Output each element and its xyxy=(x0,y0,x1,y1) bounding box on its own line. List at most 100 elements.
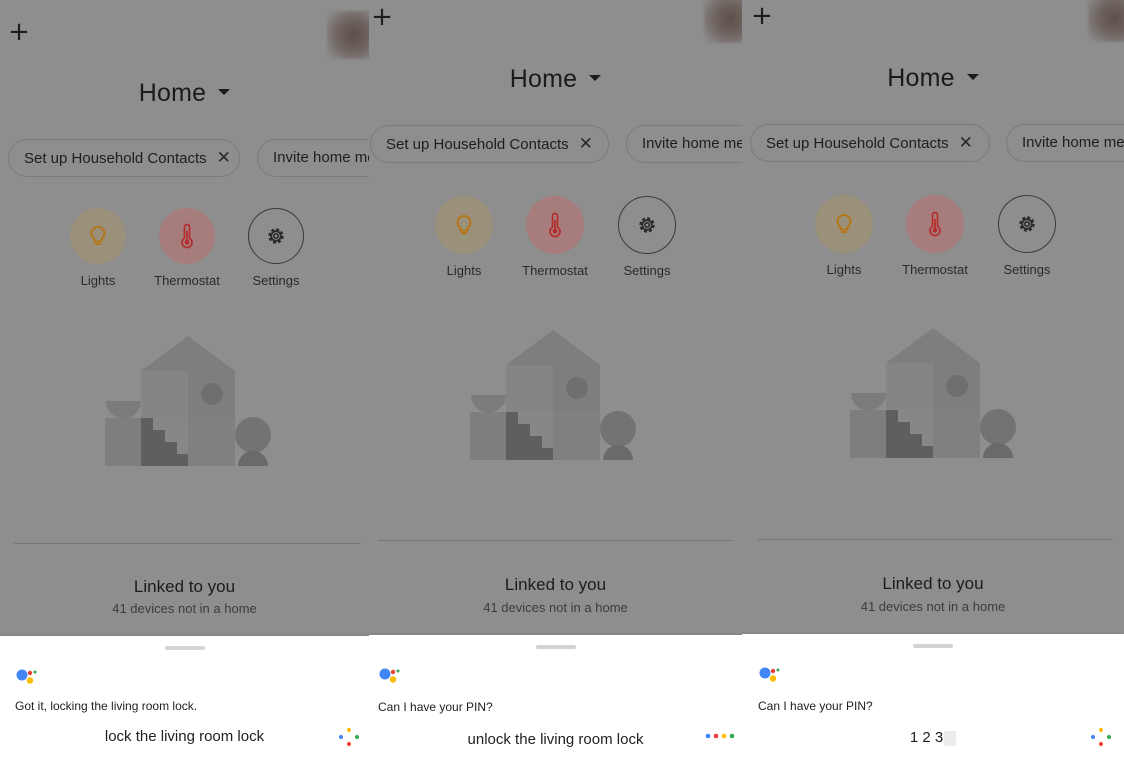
google-assistant-icon xyxy=(379,668,400,683)
device-label: Lights xyxy=(446,263,482,278)
linked-subtitle: 41 devices not in a home xyxy=(483,600,628,615)
assistant-sheet: Got it, locking the living room lock. lo… xyxy=(0,636,369,775)
chip-household-contacts[interactable]: Set up Household Contacts ✕ xyxy=(8,139,240,177)
chip-household-contacts[interactable]: Set up Household Contacts ✕ xyxy=(750,124,990,162)
lights-circle xyxy=(70,208,126,264)
device-label: Settings xyxy=(252,273,300,288)
assistant-listening-icon[interactable] xyxy=(338,727,360,747)
settings-circle xyxy=(248,208,304,264)
linked-subtitle: 41 devices not in a home xyxy=(860,599,1006,614)
device-label: Lights xyxy=(826,262,862,277)
chip-label: Set up Household Contacts xyxy=(386,136,569,153)
drag-handle[interactable] xyxy=(164,646,205,650)
close-icon[interactable]: ✕ xyxy=(579,126,593,161)
divider xyxy=(14,543,361,544)
lightbulb-icon xyxy=(836,214,852,233)
chip-label: Invite home me xyxy=(1022,134,1124,151)
assistant-listening-icon[interactable] xyxy=(1090,727,1112,747)
avatar[interactable] xyxy=(704,0,742,43)
home-screen-dimmed: + Home Set up Household Contacts ✕ Invite… xyxy=(369,0,742,635)
thermostat-circle xyxy=(526,196,584,254)
device-label: Thermostat xyxy=(522,263,588,278)
screens: + Home Set up Household Contacts ✕ Invite… xyxy=(0,0,1124,775)
add-button[interactable]: + xyxy=(749,3,775,29)
page-title: Home xyxy=(509,65,578,93)
divider xyxy=(378,540,733,541)
screen-pin-entry: + Home Set up Household Contacts ✕ Invite… xyxy=(742,0,1124,775)
lightbulb-icon xyxy=(90,226,106,245)
linked-subtitle: 41 devices not in a home xyxy=(112,601,257,616)
lightbulb-icon xyxy=(456,215,472,234)
screen-unlock-pin-prompt: + Home Set up Household Contacts ✕ Invite… xyxy=(369,0,742,775)
thermostat-circle xyxy=(906,195,964,253)
google-assistant-icon xyxy=(759,667,780,682)
device-lights[interactable]: Lights xyxy=(424,196,504,278)
device-label: Lights xyxy=(80,273,116,288)
thermometer-icon xyxy=(929,211,941,237)
device-lights[interactable]: Lights xyxy=(58,208,138,288)
close-icon[interactable]: ✕ xyxy=(217,140,231,175)
add-button[interactable]: + xyxy=(369,4,395,30)
device-settings[interactable]: Settings xyxy=(987,195,1067,277)
device-thermostat[interactable]: Thermostat xyxy=(895,195,975,277)
gear-icon xyxy=(639,217,655,233)
lights-circle xyxy=(815,195,873,253)
chip-label: Invite home me xyxy=(642,135,742,152)
device-label: Settings xyxy=(1003,262,1051,277)
drag-handle[interactable] xyxy=(913,644,953,648)
lights-circle xyxy=(435,196,493,254)
device-label: Settings xyxy=(623,263,671,278)
chip-invite-home-members[interactable]: Invite home me xyxy=(626,125,742,163)
empty-home-illustration xyxy=(850,328,1016,458)
linked-title: Linked to you xyxy=(133,577,236,596)
assistant-sheet: Can I have your PIN? 1 2 3 xyxy=(742,634,1124,775)
google-assistant-icon xyxy=(16,669,37,684)
chip-label: Invite home me xyxy=(273,149,369,166)
device-thermostat[interactable]: Thermostat xyxy=(515,196,595,278)
pin-entry-field[interactable]: 1 2 3 xyxy=(742,729,1124,746)
pin-digits: 1 2 3 xyxy=(909,729,944,746)
device-settings[interactable]: Settings xyxy=(236,208,316,288)
empty-home-illustration xyxy=(105,336,271,466)
linked-title: Linked to you xyxy=(504,575,607,594)
settings-circle xyxy=(998,195,1056,253)
settings-circle xyxy=(618,196,676,254)
chip-household-contacts[interactable]: Set up Household Contacts ✕ xyxy=(370,125,609,163)
screen-lock: + Home Set up Household Contacts ✕ Invite… xyxy=(0,0,369,775)
device-settings[interactable]: Settings xyxy=(607,196,687,278)
assistant-reply: Can I have your PIN? xyxy=(378,700,493,714)
assistant-reply: Got it, locking the living room lock. xyxy=(15,699,198,713)
avatar[interactable] xyxy=(327,11,369,59)
device-thermostat[interactable]: Thermostat xyxy=(147,208,227,288)
thermometer-icon xyxy=(549,212,561,238)
home-selector[interactable]: Home xyxy=(369,65,742,94)
home-screen-dimmed: + Home Set up Household Contacts ✕ Invite… xyxy=(742,0,1124,634)
user-query: unlock the living room lock xyxy=(467,731,644,748)
chip-invite-home-members[interactable]: Invite home me xyxy=(257,139,369,177)
divider xyxy=(758,539,1113,540)
home-screen-dimmed: + Home Set up Household Contacts ✕ Invite… xyxy=(0,0,369,636)
home-selector[interactable]: Home xyxy=(742,64,1124,93)
thermostat-circle xyxy=(159,208,215,264)
page-title: Home xyxy=(887,64,955,92)
caret-down-icon xyxy=(966,74,979,81)
chip-label: Set up Household Contacts xyxy=(766,135,949,152)
device-lights[interactable]: Lights xyxy=(804,195,884,277)
home-selector[interactable]: Home xyxy=(0,79,369,108)
drag-handle[interactable] xyxy=(535,645,576,649)
caret-down-icon xyxy=(218,89,231,96)
add-button[interactable]: + xyxy=(6,19,32,45)
close-icon[interactable]: ✕ xyxy=(959,125,973,160)
chip-label: Set up Household Contacts xyxy=(24,150,207,167)
empty-home-illustration xyxy=(470,330,636,460)
chip-invite-home-members[interactable]: Invite home me xyxy=(1006,124,1124,162)
page-title: Home xyxy=(138,79,207,107)
caret-down-icon xyxy=(589,75,602,82)
device-label: Thermostat xyxy=(902,262,968,277)
gear-icon xyxy=(268,228,284,244)
avatar[interactable] xyxy=(1088,0,1124,42)
assistant-thinking-dots-icon[interactable] xyxy=(705,732,735,740)
device-label: Thermostat xyxy=(154,273,220,288)
assistant-sheet: Can I have your PIN? unlock the living r… xyxy=(369,635,742,775)
thermometer-icon xyxy=(181,223,193,249)
